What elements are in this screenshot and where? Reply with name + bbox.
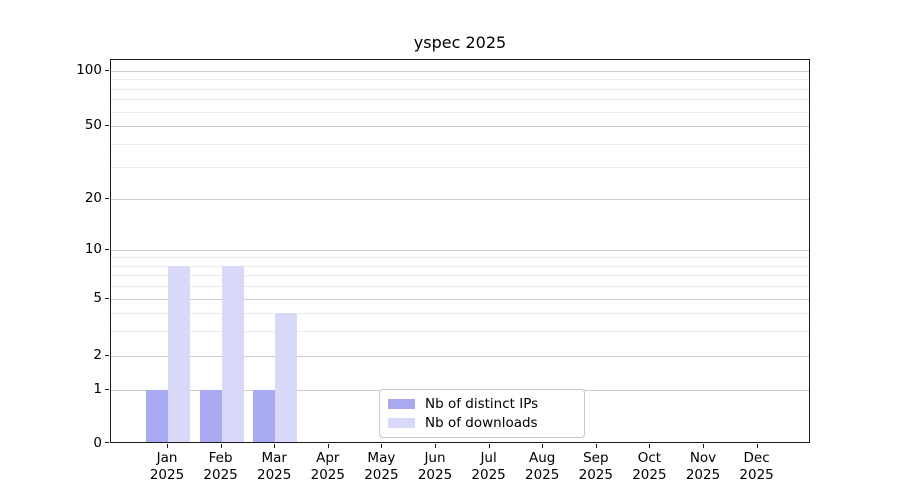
x-tick-mark bbox=[757, 444, 758, 448]
x-tick-mark bbox=[596, 444, 597, 448]
y-tick-mark bbox=[105, 198, 109, 199]
bar-distinct-ips bbox=[146, 390, 168, 443]
y-gridline-major bbox=[111, 250, 809, 251]
y-gridline-minor bbox=[111, 79, 809, 80]
y-tick-mark bbox=[105, 355, 109, 356]
x-tick-year: 2025 bbox=[717, 467, 797, 484]
y-tick-label: 5 bbox=[0, 289, 102, 307]
y-tick-mark bbox=[105, 249, 109, 250]
chart-title: yspec 2025 bbox=[110, 33, 810, 52]
y-gridline-major bbox=[111, 199, 809, 200]
bar-distinct-ips bbox=[253, 390, 275, 443]
y-tick-label: 0 bbox=[0, 434, 102, 452]
bar-distinct-ips bbox=[200, 390, 222, 443]
x-tick-mark bbox=[328, 444, 329, 448]
y-gridline-minor bbox=[111, 167, 809, 168]
y-tick-label: 10 bbox=[0, 240, 102, 258]
x-tick-label: Dec2025 bbox=[717, 450, 797, 484]
y-tick-mark bbox=[105, 125, 109, 126]
x-tick-mark bbox=[274, 444, 275, 448]
y-gridline-minor bbox=[111, 99, 809, 100]
y-gridline-minor bbox=[111, 144, 809, 145]
y-gridline-major bbox=[111, 356, 809, 357]
legend-label-downloads: Nb of downloads bbox=[425, 415, 538, 431]
legend-label-distinct-ips: Nb of distinct IPs bbox=[425, 396, 538, 412]
y-tick-mark bbox=[105, 389, 109, 390]
y-gridline-minor bbox=[111, 112, 809, 113]
y-tick-mark bbox=[105, 298, 109, 299]
y-tick-mark bbox=[105, 442, 109, 443]
legend: Nb of distinct IPs Nb of downloads bbox=[379, 389, 585, 438]
y-tick-label: 20 bbox=[0, 189, 102, 207]
chart-figure: yspec 2025 0125102050100Jan2025Feb2025Ma… bbox=[0, 0, 900, 500]
y-gridline-minor bbox=[111, 286, 809, 287]
y-gridline-minor bbox=[111, 331, 809, 332]
y-tick-label: 50 bbox=[0, 116, 102, 134]
y-gridline-major bbox=[111, 299, 809, 300]
bar-downloads bbox=[168, 266, 190, 443]
y-tick-label: 100 bbox=[0, 61, 102, 79]
legend-swatch-downloads-icon bbox=[388, 418, 415, 428]
x-tick-mark bbox=[489, 444, 490, 448]
x-tick-mark bbox=[703, 444, 704, 448]
legend-swatch-distinct-ips-icon bbox=[388, 399, 415, 409]
y-tick-mark bbox=[105, 70, 109, 71]
x-tick-mark bbox=[435, 444, 436, 448]
legend-entry-distinct-ips: Nb of distinct IPs bbox=[388, 396, 576, 412]
plot-area bbox=[110, 59, 810, 443]
y-tick-label: 1 bbox=[0, 380, 102, 398]
x-tick-mark bbox=[221, 444, 222, 448]
legend-entry-downloads: Nb of downloads bbox=[388, 415, 576, 431]
x-tick-mark bbox=[381, 444, 382, 448]
bar-downloads bbox=[222, 266, 244, 443]
y-gridline-major bbox=[111, 71, 809, 72]
y-gridline-minor bbox=[111, 313, 809, 314]
y-gridline-minor bbox=[111, 89, 809, 90]
x-tick-mark bbox=[649, 444, 650, 448]
x-tick-mark bbox=[167, 444, 168, 448]
y-gridline-major bbox=[111, 126, 809, 127]
y-tick-label: 2 bbox=[0, 346, 102, 364]
x-tick-mark bbox=[542, 444, 543, 448]
y-gridline-minor bbox=[111, 257, 809, 258]
y-gridline-minor bbox=[111, 266, 809, 267]
x-tick-month: Dec bbox=[717, 450, 797, 467]
y-gridline-minor bbox=[111, 275, 809, 276]
bar-downloads bbox=[275, 313, 297, 443]
